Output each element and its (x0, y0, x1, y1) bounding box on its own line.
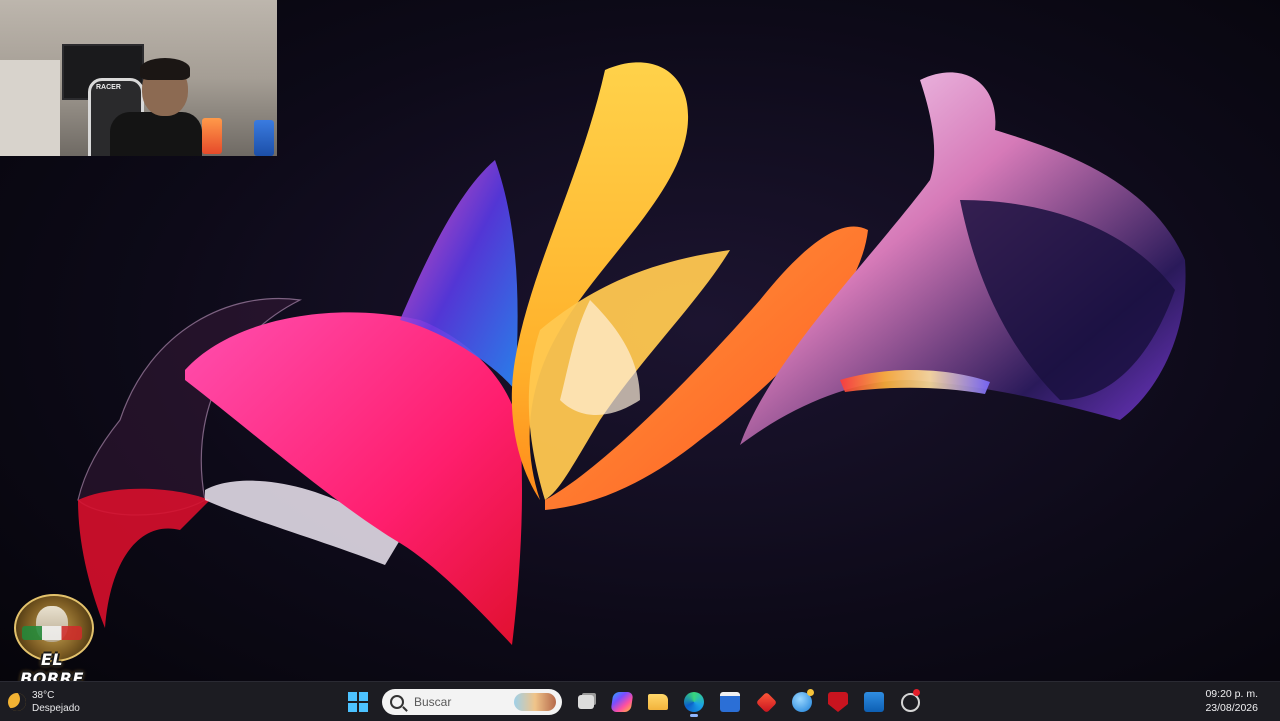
logo-flag-band (22, 626, 82, 640)
weather-widget[interactable]: 38°C Despejado (8, 686, 80, 718)
globe-app-button[interactable] (784, 686, 820, 718)
clock-app-button[interactable] (892, 686, 928, 718)
red-diamond-app-button[interactable] (748, 686, 784, 718)
windows-logo-icon (348, 692, 368, 712)
webcam-person-hair (140, 58, 190, 80)
red-notification-dot (913, 689, 920, 696)
weather-temperature: 38°C (32, 690, 55, 701)
chair-brand-label: RACER (96, 84, 121, 91)
notification-badge (807, 689, 814, 696)
webcam-wall (0, 60, 60, 156)
copilot-button[interactable] (604, 686, 640, 718)
task-view-button[interactable] (568, 686, 604, 718)
moon-icon (8, 693, 26, 711)
start-button[interactable] (340, 686, 376, 718)
webcam-cup-orange (202, 118, 222, 154)
edge-button[interactable] (676, 686, 712, 718)
search-placeholder: Buscar (414, 695, 452, 709)
system-clock[interactable]: 09:20 p. m. 23/08/2026 (1205, 687, 1258, 715)
outlook-button[interactable] (856, 686, 892, 718)
taskbar-center: Buscar (340, 686, 928, 718)
webcam-person-body (110, 112, 202, 156)
file-explorer-button[interactable] (640, 686, 676, 718)
search-input[interactable]: Buscar (382, 689, 562, 715)
red-diamond-icon (755, 691, 777, 713)
shield-icon (828, 692, 848, 712)
webcam-cup-blue (254, 120, 274, 156)
mcafee-button[interactable] (820, 686, 856, 718)
outlook-icon (864, 692, 884, 712)
webcam-overlay: RACER (0, 0, 277, 156)
search-highlight-image (514, 693, 556, 711)
channel-logo: EL BORRE (6, 590, 98, 688)
edge-icon (684, 692, 704, 712)
clock-time: 09:20 p. m. (1205, 688, 1258, 700)
copilot-icon (610, 692, 634, 712)
taskbar: 38°C Despejado Buscar 09:20 p. m. 23/08/… (0, 681, 1280, 721)
microsoft-store-button[interactable] (712, 686, 748, 718)
weather-text: 38°C Despejado (32, 689, 80, 715)
folder-icon (648, 694, 668, 710)
task-view-icon (578, 695, 594, 709)
weather-condition: Despejado (32, 703, 80, 714)
search-icon (390, 695, 404, 709)
clock-date: 23/08/2026 (1205, 702, 1258, 714)
store-icon (720, 692, 740, 712)
desktop: RACER EL BORRE (0, 0, 1280, 688)
